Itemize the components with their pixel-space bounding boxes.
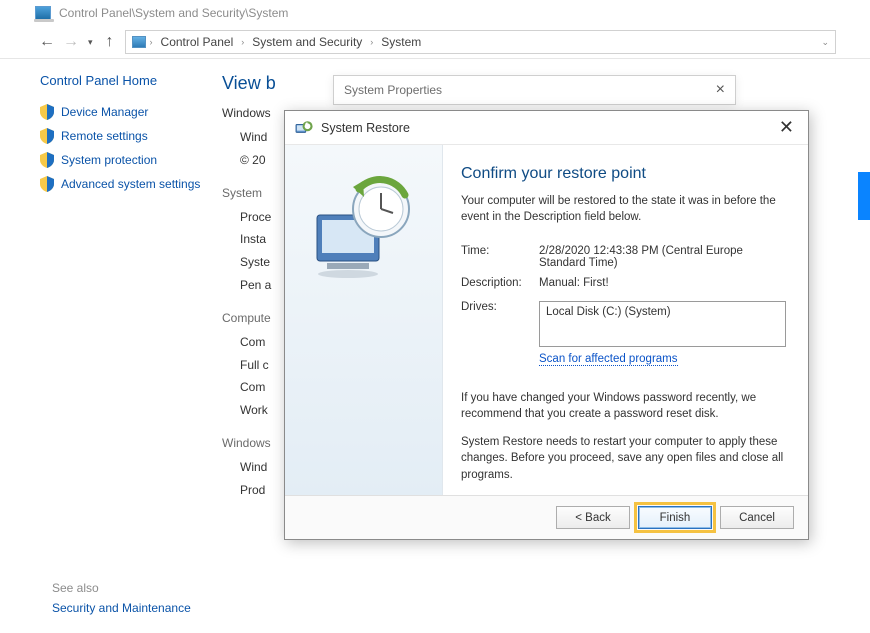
- address-bar[interactable]: › Control Panel › System and Security › …: [125, 30, 836, 54]
- restart-warning-text: System Restore needs to restart your com…: [461, 434, 786, 482]
- scan-affected-programs-link[interactable]: Scan for affected programs: [539, 353, 678, 366]
- control-panel-home-link[interactable]: Control Panel Home: [40, 73, 222, 88]
- sidebar-item-label[interactable]: System protection: [61, 153, 157, 167]
- drives-label: Drives:: [461, 301, 539, 347]
- sidebar-item-system-protection[interactable]: System protection: [40, 152, 222, 168]
- shield-icon: [40, 128, 54, 144]
- close-icon[interactable]: ✕: [775, 117, 798, 138]
- finish-button[interactable]: Finish: [638, 506, 712, 529]
- security-maintenance-link[interactable]: Security and Maintenance: [52, 601, 191, 615]
- close-icon[interactable]: ×: [716, 81, 725, 99]
- cancel-button[interactable]: Cancel: [720, 506, 794, 529]
- see-also-label: See also: [52, 581, 99, 595]
- shield-icon: [40, 152, 54, 168]
- system-restore-wizard: System Restore ✕ Confirm your restore po…: [284, 110, 809, 540]
- sidebar-item-remote-settings[interactable]: Remote settings: [40, 128, 222, 144]
- dialog-title: System Properties: [344, 83, 442, 97]
- description-value: Manual: First!: [539, 277, 786, 289]
- drive-item: Local Disk (C:) (System): [546, 306, 671, 318]
- computer-icon: [35, 6, 51, 20]
- wizard-sidebar-graphic: [285, 145, 443, 495]
- computer-icon: [132, 36, 146, 48]
- system-properties-dialog: System Properties ×: [333, 75, 736, 105]
- windows-logo-edge: [858, 172, 870, 220]
- sidebar-item-label[interactable]: Device Manager: [61, 105, 148, 119]
- nav-row: ← → ▾ ↑ › Control Panel › System and Sec…: [0, 26, 870, 58]
- shield-icon: [40, 104, 54, 120]
- wizard-title: System Restore: [321, 121, 767, 135]
- chevron-right-icon[interactable]: ›: [150, 37, 153, 47]
- sidebar-item-advanced-settings[interactable]: Advanced system settings: [40, 176, 222, 192]
- drives-list[interactable]: Local Disk (C:) (System): [539, 301, 786, 347]
- history-dropdown[interactable]: ▾: [88, 37, 93, 48]
- sidebar-item-device-manager[interactable]: Device Manager: [40, 104, 222, 120]
- breadcrumb-item[interactable]: System and Security: [248, 35, 366, 49]
- time-label: Time:: [461, 245, 539, 269]
- window-title-path: Control Panel\System and Security\System: [59, 6, 288, 20]
- chevron-right-icon[interactable]: ›: [370, 37, 373, 47]
- wizard-heading: Confirm your restore point: [461, 165, 786, 183]
- wizard-footer: < Back Finish Cancel: [285, 495, 808, 539]
- description-label: Description:: [461, 277, 539, 289]
- wizard-titlebar[interactable]: System Restore ✕: [285, 111, 808, 145]
- left-nav: Control Panel Home Device Manager Remote…: [0, 73, 222, 502]
- time-value: 2/28/2020 12:43:38 PM (Central Europe St…: [539, 245, 786, 269]
- chevron-right-icon[interactable]: ›: [241, 37, 244, 47]
- password-warning-text: If you have changed your Windows passwor…: [461, 390, 786, 422]
- wizard-description: Your computer will be restored to the st…: [461, 193, 786, 225]
- chevron-down-icon[interactable]: ⌄: [821, 37, 829, 48]
- sidebar-item-label[interactable]: Remote settings: [61, 129, 148, 143]
- window-titlebar: Control Panel\System and Security\System: [0, 0, 870, 26]
- restore-computer-icon: [309, 175, 419, 285]
- wizard-content: Confirm your restore point Your computer…: [443, 145, 808, 495]
- breadcrumb-item[interactable]: System: [377, 35, 425, 49]
- shield-icon: [40, 176, 54, 192]
- breadcrumb-item[interactable]: Control Panel: [157, 35, 238, 49]
- restore-icon: [295, 120, 313, 136]
- back-button[interactable]: ←: [38, 33, 56, 51]
- sidebar-item-label[interactable]: Advanced system settings: [61, 177, 200, 191]
- up-button[interactable]: ↑: [101, 33, 119, 51]
- back-button[interactable]: < Back: [556, 506, 630, 529]
- forward-button[interactable]: →: [62, 33, 80, 51]
- wizard-body: Confirm your restore point Your computer…: [285, 145, 808, 495]
